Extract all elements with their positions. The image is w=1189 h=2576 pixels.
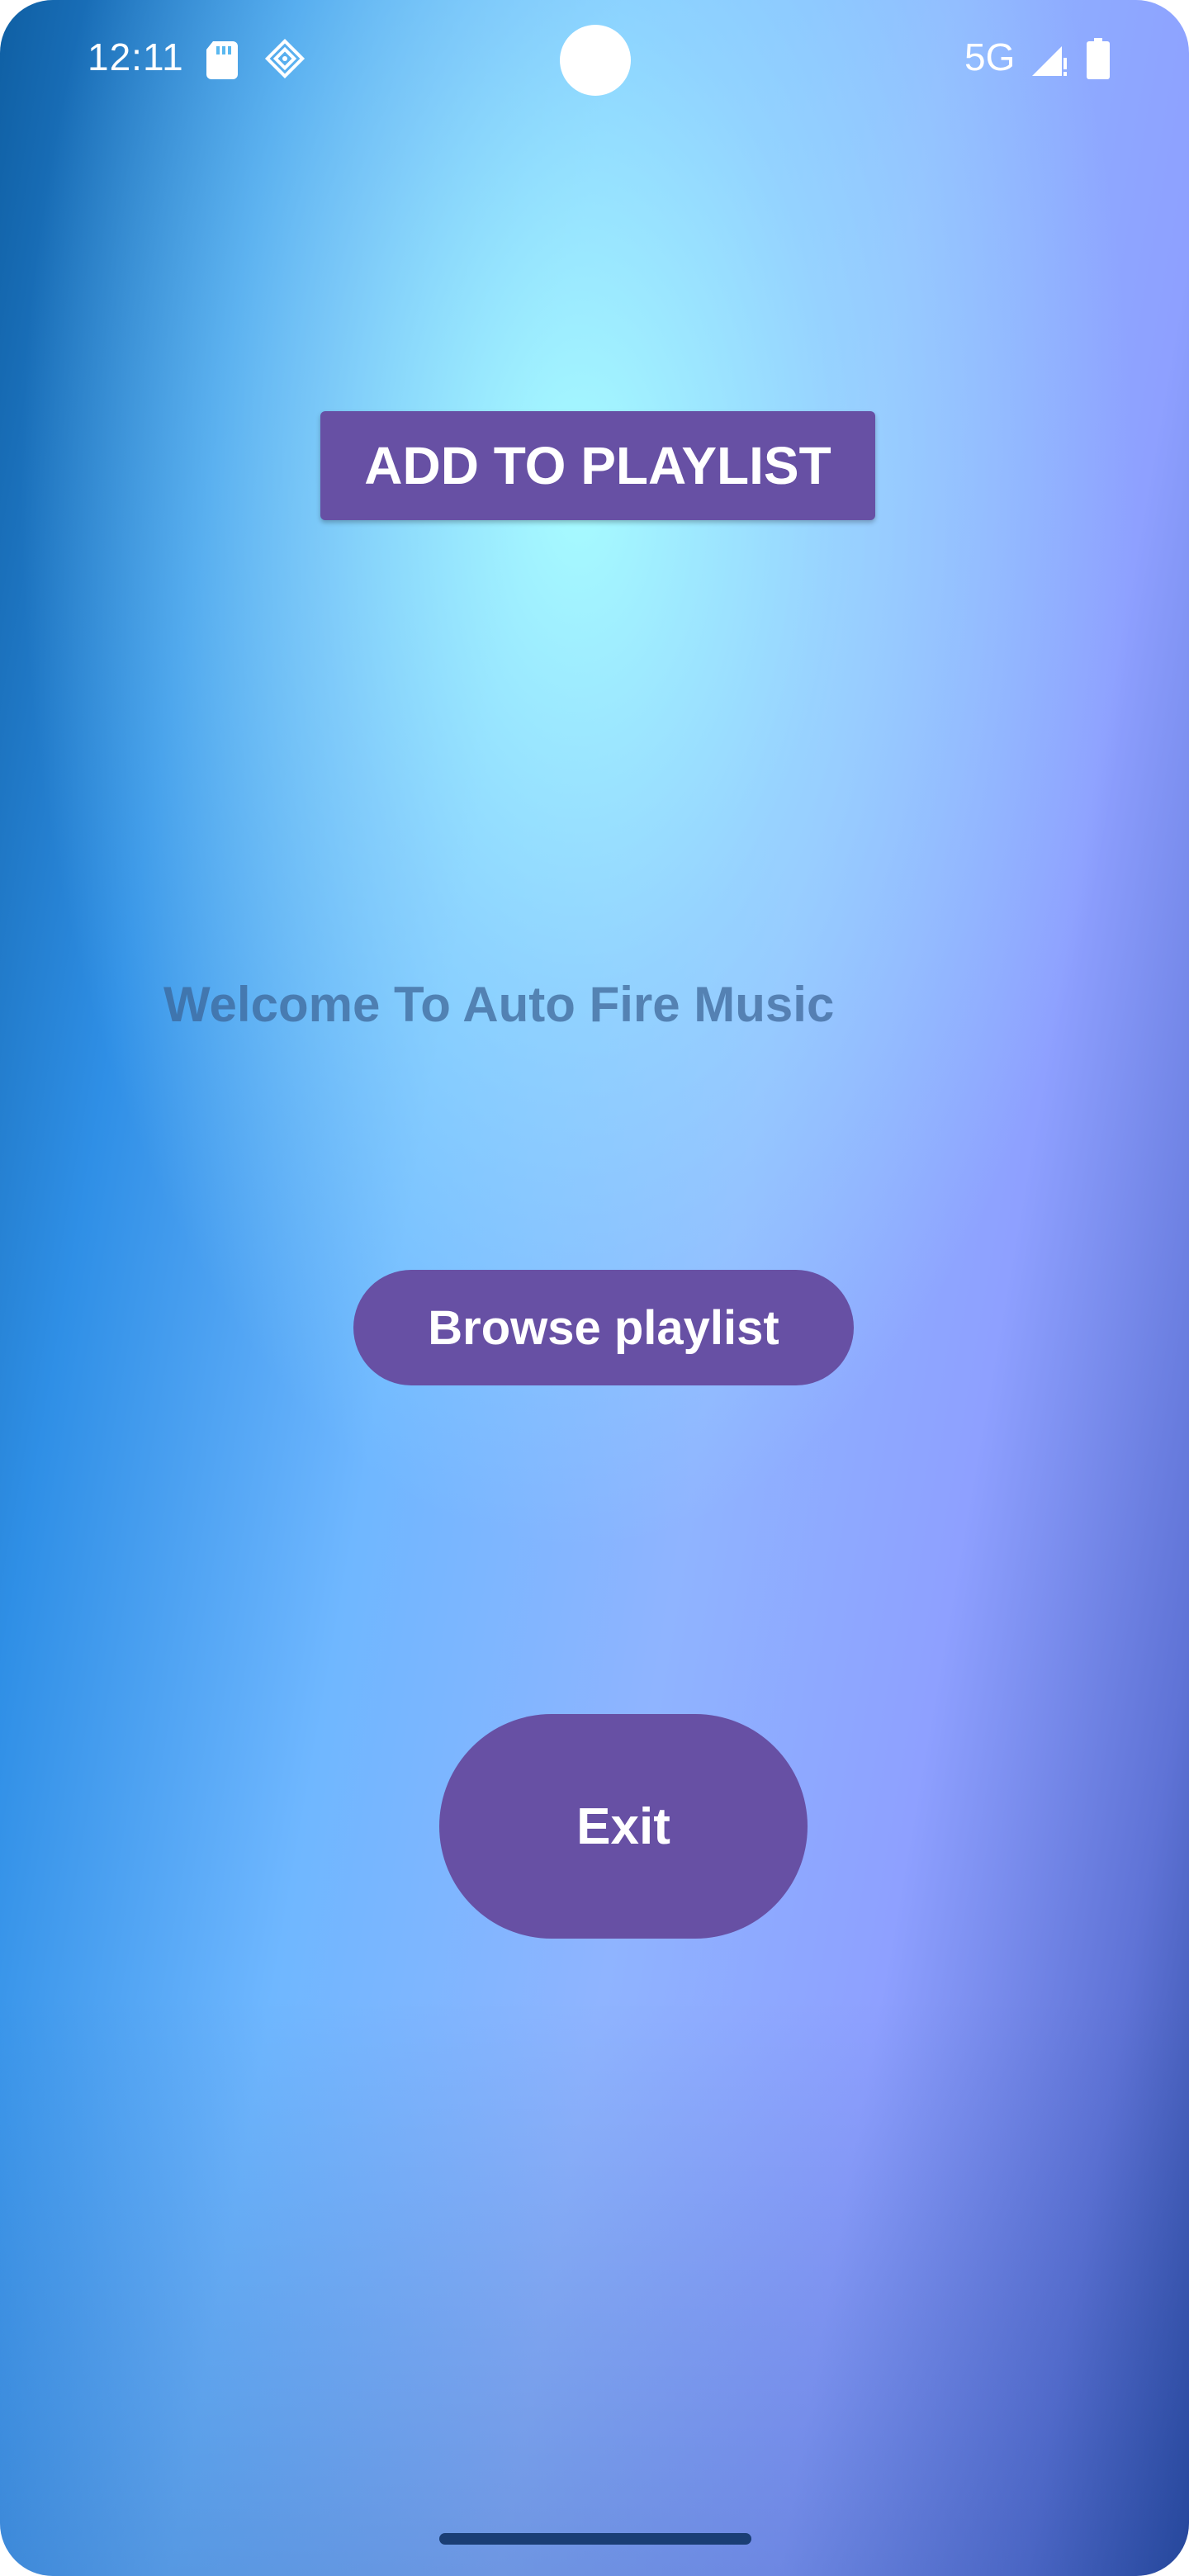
- app-screen: 12:11 5G ADD TO PLAYLIST Welcome To Auto…: [0, 0, 1189, 2576]
- sd-card-icon: [206, 41, 238, 79]
- signal-icon: [1032, 46, 1067, 76]
- home-indicator[interactable]: [439, 2533, 751, 2545]
- status-bar: 12:11 5G: [0, 0, 1189, 116]
- battery-icon: [1087, 38, 1110, 79]
- browse-playlist-button[interactable]: Browse playlist: [353, 1270, 854, 1385]
- exit-button[interactable]: Exit: [439, 1714, 808, 1939]
- nfc-icon: [264, 38, 306, 79]
- network-type: 5G: [964, 36, 1016, 78]
- welcome-text: Welcome To Auto Fire Music: [163, 977, 835, 1032]
- camera-cutout: [560, 25, 631, 96]
- status-time: 12:11: [88, 36, 184, 78]
- add-to-playlist-button[interactable]: ADD TO PLAYLIST: [320, 411, 875, 520]
